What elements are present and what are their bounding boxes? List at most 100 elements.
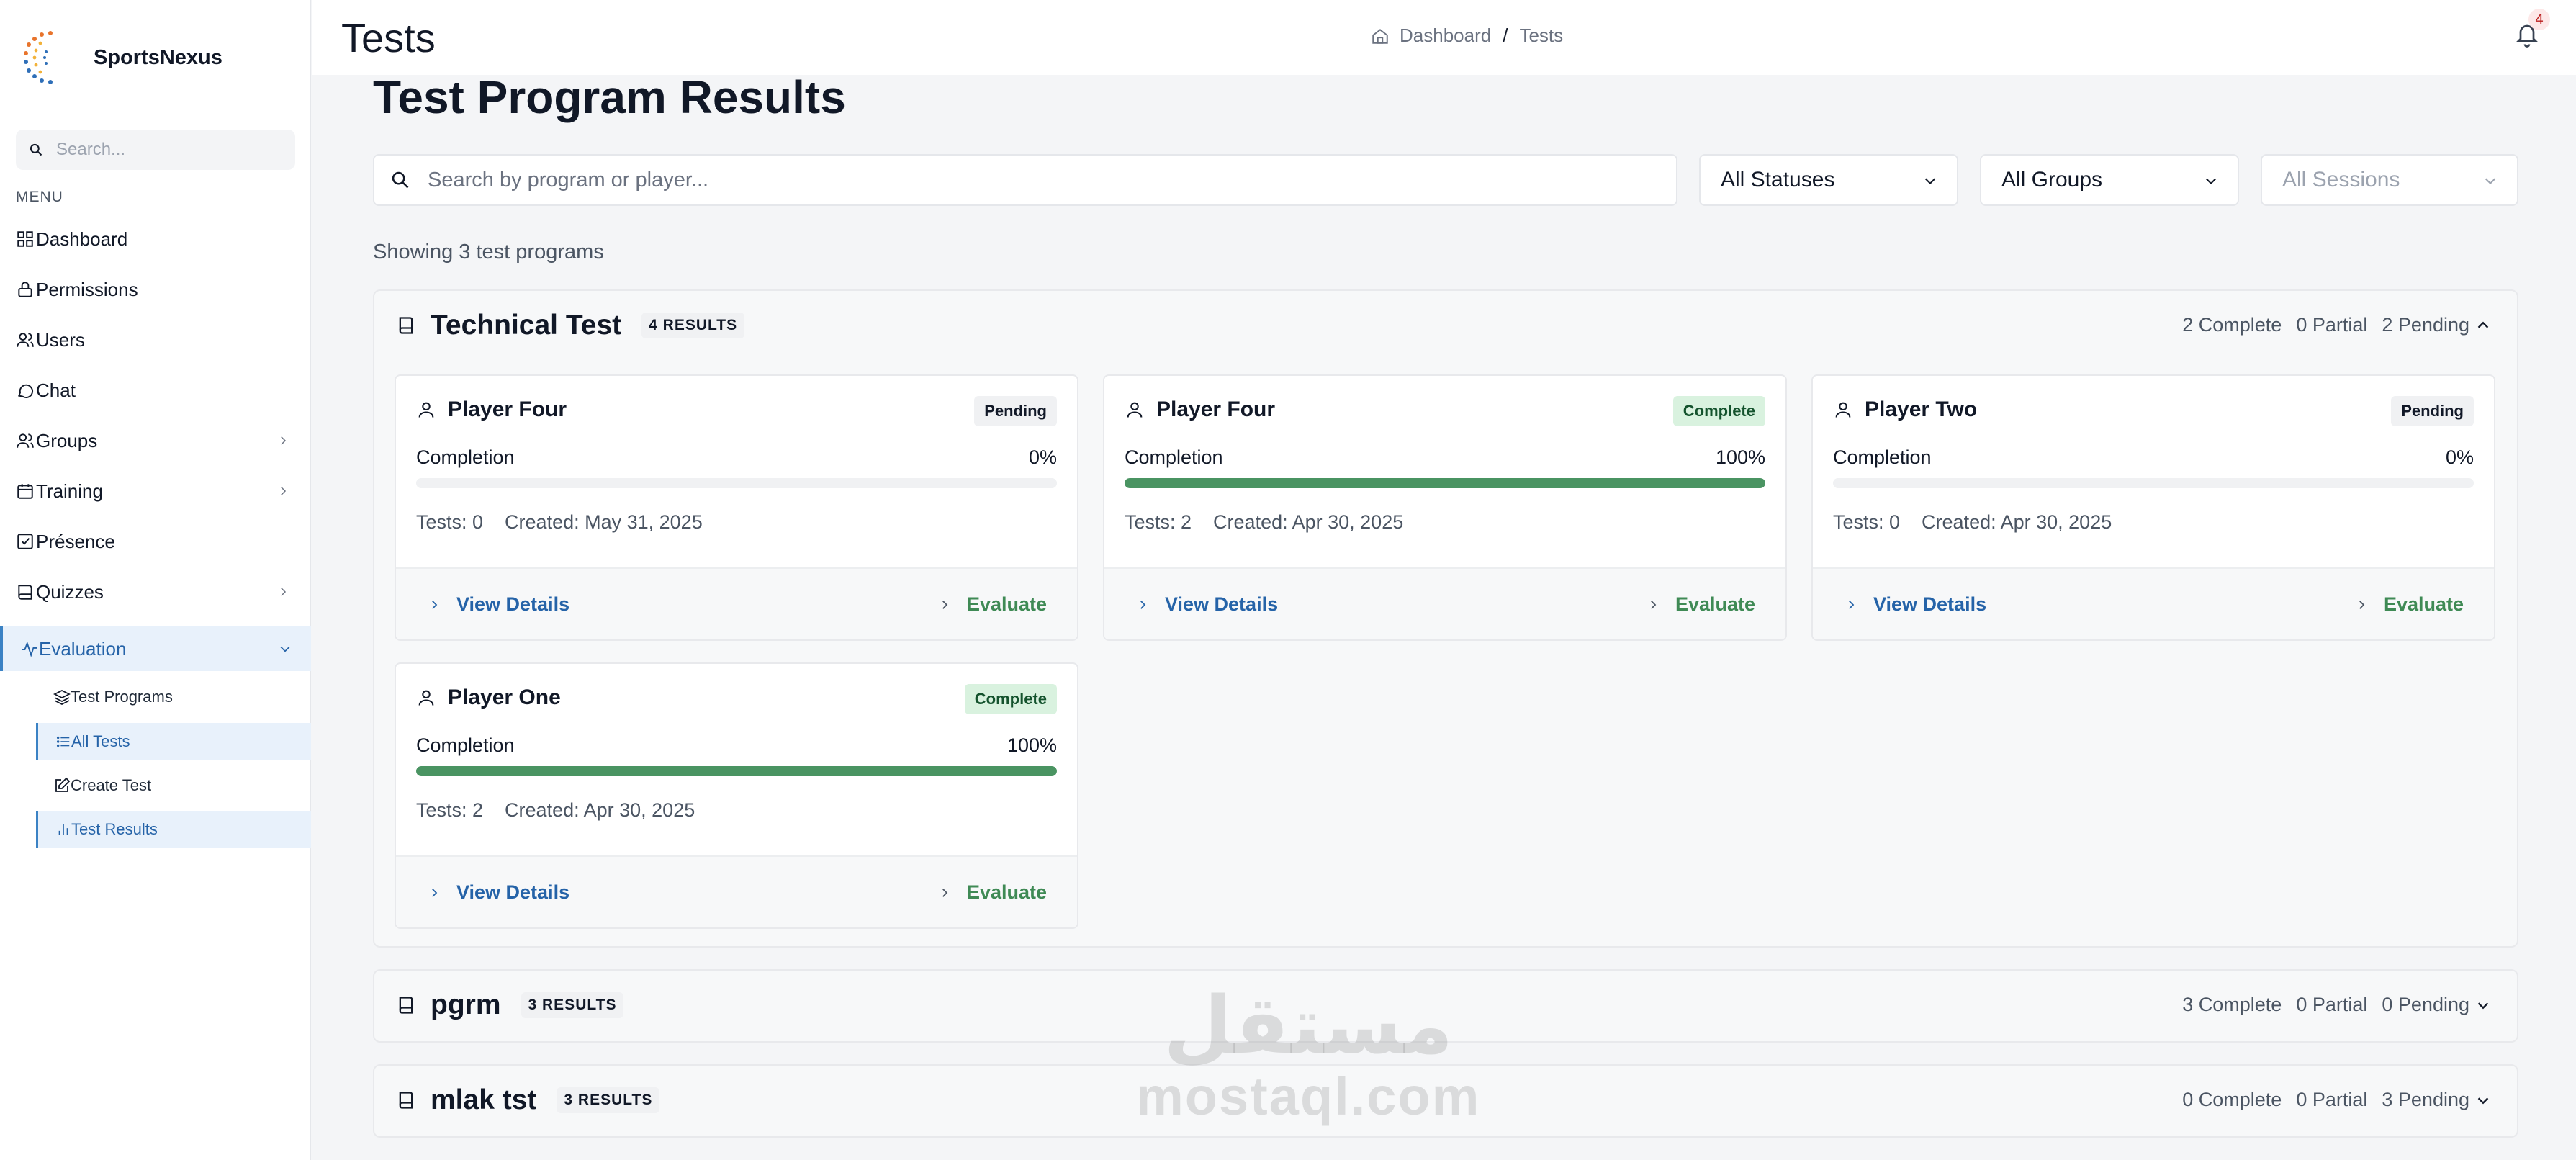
completion-percent: 0% bbox=[2445, 446, 2474, 468]
sidebar-item-evaluation[interactable]: Evaluation bbox=[0, 626, 311, 671]
completion-bar bbox=[416, 766, 1057, 776]
sidebar-item-permissions[interactable]: Permissions bbox=[16, 271, 297, 307]
sidebar-item-label: Permissions bbox=[36, 278, 138, 300]
sidebar-item-label: Users bbox=[36, 328, 85, 351]
program-stats: 0 Complete 0 Partial 3 Pending bbox=[2168, 1089, 2491, 1111]
chevron-down-icon[interactable] bbox=[2475, 997, 2491, 1013]
sidebar-item-label: Chat bbox=[36, 379, 76, 401]
view-details-label: View Details bbox=[456, 593, 570, 615]
sidebar-search-input[interactable] bbox=[56, 140, 272, 160]
program-header[interactable]: Technical Test 4 RESULTS bbox=[396, 310, 745, 341]
chevron-right-icon bbox=[2359, 600, 2365, 609]
group-filter-select[interactable]: All Groups bbox=[1980, 154, 2239, 206]
sidebar-item-presence[interactable]: Présence bbox=[16, 523, 297, 559]
result-card: Player One Complete Completion 100% Test… bbox=[395, 662, 1078, 929]
chevron-down-icon bbox=[2205, 178, 2217, 185]
complete-count: 0 Complete bbox=[2182, 1089, 2282, 1110]
created-date: Created: May 31, 2025 bbox=[505, 511, 703, 533]
chevron-down-icon bbox=[2485, 178, 2496, 185]
sidebar-item-training[interactable]: Training bbox=[16, 473, 297, 509]
sidebar-item-quizzes[interactable]: Quizzes bbox=[16, 574, 297, 610]
sub-item-create-test[interactable]: Create Test bbox=[36, 767, 311, 804]
sidebar: SportsNexus MENU Dashboard Permissions U… bbox=[0, 0, 311, 1160]
partial-count: 0 Partial bbox=[2296, 314, 2368, 336]
card-meta: Tests: 2 Created: Apr 30, 2025 bbox=[416, 799, 695, 822]
chevron-right-icon bbox=[942, 600, 948, 609]
home-icon bbox=[1372, 28, 1388, 44]
breadcrumb-separator: / bbox=[1503, 24, 1508, 46]
chevron-down-icon[interactable] bbox=[2475, 1092, 2491, 1108]
sidebar-search[interactable] bbox=[16, 130, 295, 170]
results-badge: 3 RESULTS bbox=[557, 1087, 660, 1113]
program-header[interactable]: mlak tst 3 RESULTS bbox=[396, 1084, 660, 1116]
brand-name: SportsNexus bbox=[94, 45, 222, 69]
results-count: Showing 3 test programs bbox=[373, 240, 604, 264]
card-meta: Tests: 0 Created: Apr 30, 2025 bbox=[1833, 511, 2112, 534]
brand[interactable]: SportsNexus bbox=[20, 29, 222, 86]
program-header[interactable]: pgrm 3 RESULTS bbox=[396, 989, 624, 1021]
pending-count: 2 Pending bbox=[2382, 314, 2469, 336]
partial-count: 0 Partial bbox=[2296, 1089, 2368, 1110]
sub-item-label: Create Test bbox=[71, 776, 152, 794]
sub-item-label: Test Programs bbox=[71, 688, 173, 706]
session-filter-select[interactable]: All Sessions bbox=[2261, 154, 2518, 206]
evaluate-button[interactable]: Evaluate bbox=[938, 593, 1047, 616]
results-title: Test Program Results bbox=[373, 71, 846, 123]
chat-icon bbox=[18, 384, 34, 398]
sub-item-all-tests[interactable]: All Tests bbox=[36, 723, 311, 760]
sidebar-item-dashboard[interactable]: Dashboard bbox=[16, 221, 297, 257]
completion-label: Completion bbox=[416, 734, 515, 756]
program-stats: 3 Complete 0 Partial 0 Pending bbox=[2168, 994, 2491, 1016]
player-name: Player One bbox=[448, 685, 561, 709]
result-card: Player Two Pending Completion 0% Tests: … bbox=[1811, 374, 2495, 641]
status-filter-select[interactable]: All Statuses bbox=[1699, 154, 1958, 206]
program-title: mlak tst bbox=[431, 1084, 537, 1115]
breadcrumb-home-link[interactable]: Dashboard bbox=[1400, 24, 1491, 47]
breadcrumb: Dashboard / Tests bbox=[1371, 24, 1563, 47]
search-icon bbox=[30, 143, 42, 156]
program-search[interactable] bbox=[373, 154, 1677, 206]
evaluate-button[interactable]: Evaluate bbox=[2355, 593, 2464, 616]
sub-item-label: All Tests bbox=[71, 732, 130, 750]
card-meta: Tests: 0 Created: May 31, 2025 bbox=[416, 511, 703, 534]
chevron-right-icon bbox=[281, 436, 287, 445]
breadcrumb-current: Tests bbox=[1519, 24, 1564, 46]
search-icon bbox=[392, 171, 409, 189]
activity-icon bbox=[22, 641, 37, 657]
complete-count: 3 Complete bbox=[2182, 994, 2282, 1015]
program-search-input[interactable] bbox=[428, 168, 1652, 192]
program-title: Technical Test bbox=[431, 310, 622, 341]
status-badge: Complete bbox=[1672, 396, 1765, 426]
sidebar-item-users[interactable]: Users bbox=[16, 322, 297, 358]
tests-count: Tests: 2 bbox=[416, 799, 484, 821]
sub-item-test-programs[interactable]: Test Programs bbox=[36, 678, 311, 716]
completion-label: Completion bbox=[1833, 446, 1932, 468]
book-icon bbox=[399, 317, 413, 334]
sub-item-test-results[interactable]: Test Results bbox=[36, 811, 311, 848]
result-card: Player Four Pending Completion 0% Tests:… bbox=[395, 374, 1078, 641]
view-details-button[interactable]: View Details bbox=[1845, 593, 1986, 616]
watermark: مستقل mostaql.com bbox=[1136, 986, 1480, 1127]
sidebar-item-label: Quizzes bbox=[36, 580, 104, 603]
view-details-button[interactable]: View Details bbox=[428, 593, 569, 616]
chevron-right-icon bbox=[432, 888, 438, 897]
chevron-right-icon bbox=[432, 600, 438, 609]
program-title: pgrm bbox=[431, 989, 501, 1020]
completion-bar-fill bbox=[416, 766, 1057, 776]
chevron-right-icon bbox=[281, 588, 287, 596]
calendar-icon bbox=[17, 484, 33, 499]
evaluate-label: Evaluate bbox=[966, 881, 1047, 903]
evaluate-button[interactable]: Evaluate bbox=[938, 881, 1047, 904]
sidebar-item-groups[interactable]: Groups bbox=[16, 423, 297, 459]
created-date: Created: Apr 30, 2025 bbox=[1213, 511, 1404, 533]
view-details-button[interactable]: View Details bbox=[1136, 593, 1278, 616]
view-details-label: View Details bbox=[456, 881, 570, 903]
view-details-label: View Details bbox=[1873, 593, 1987, 615]
user-icon bbox=[1835, 402, 1851, 418]
chevron-up-icon[interactable] bbox=[2475, 318, 2491, 333]
sidebar-item-chat[interactable]: Chat bbox=[16, 372, 297, 408]
group-filter-value: All Groups bbox=[2001, 168, 2103, 192]
tests-count: Tests: 0 bbox=[416, 511, 484, 533]
view-details-button[interactable]: View Details bbox=[428, 881, 569, 904]
evaluate-button[interactable]: Evaluate bbox=[1647, 593, 1755, 616]
